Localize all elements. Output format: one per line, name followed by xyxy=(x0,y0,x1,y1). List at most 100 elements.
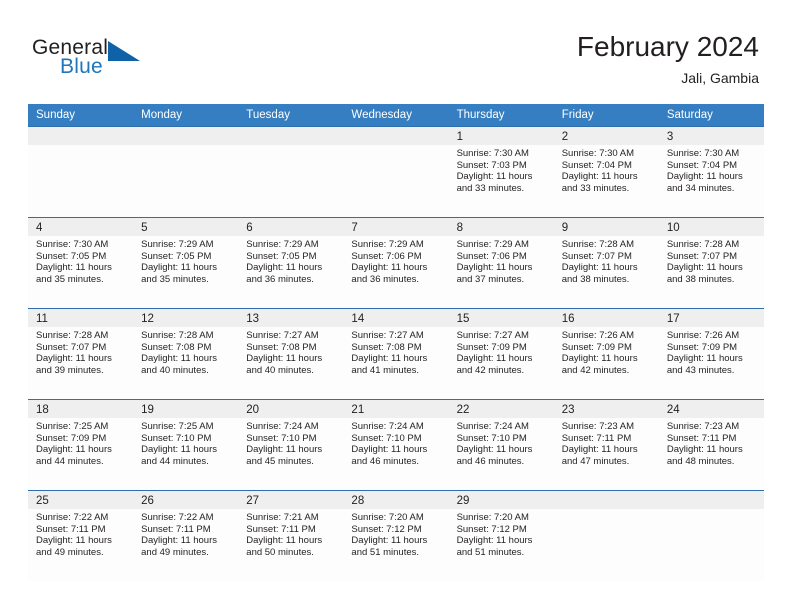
day-cell[interactable]: 10 Sunrise: 7:28 AM Sunset: 7:07 PM Dayl… xyxy=(658,218,764,308)
sunrise-text: Sunrise: 7:28 AM xyxy=(36,330,109,341)
day-cell[interactable]: 14 Sunrise: 7:27 AM Sunset: 7:08 PM Dayl… xyxy=(343,309,449,399)
day-number-band: 18 xyxy=(28,400,134,418)
day-cell[interactable] xyxy=(658,491,764,581)
day-details: Sunrise: 7:23 AM Sunset: 7:11 PM Dayligh… xyxy=(659,418,764,467)
day-details: Sunrise: 7:28 AM Sunset: 7:07 PM Dayligh… xyxy=(659,236,764,285)
sunrise-text: Sunrise: 7:24 AM xyxy=(351,421,424,432)
daylight-text-line2: and 36 minutes. xyxy=(351,273,420,285)
weekday-tuesday: Tuesday xyxy=(246,109,290,121)
day-cell[interactable] xyxy=(28,127,134,217)
daylight-text-line1: Daylight: 11 hours xyxy=(141,353,218,365)
day-details: Sunrise: 7:21 AM Sunset: 7:11 PM Dayligh… xyxy=(238,509,343,558)
daylight-text-line1: Daylight: 11 hours xyxy=(561,262,638,274)
day-number: 26 xyxy=(141,495,154,507)
day-number: 2 xyxy=(561,131,569,143)
weekday-wednesday: Wednesday xyxy=(351,109,412,121)
daylight-text-line2: and 33 minutes. xyxy=(456,182,525,194)
day-cell[interactable]: 19 Sunrise: 7:25 AM Sunset: 7:10 PM Dayl… xyxy=(133,400,239,490)
day-number: 21 xyxy=(351,404,365,416)
day-cell[interactable]: 4 Sunrise: 7:30 AM Sunset: 7:05 PM Dayli… xyxy=(28,218,134,308)
day-cell[interactable]: 8 Sunrise: 7:29 AM Sunset: 7:06 PM Dayli… xyxy=(448,218,554,308)
daylight-text-line2: and 45 minutes. xyxy=(246,455,314,467)
day-cell[interactable]: 22 Sunrise: 7:24 AM Sunset: 7:10 PM Dayl… xyxy=(448,400,554,490)
day-details: Sunrise: 7:27 AM Sunset: 7:08 PM Dayligh… xyxy=(343,327,448,376)
day-number-band: 22 xyxy=(448,400,554,418)
daylight-text-line2: and 51 minutes. xyxy=(456,546,525,558)
daylight-text-line1: Daylight: 11 hours xyxy=(666,171,743,183)
week-row: 18 Sunrise: 7:25 AM Sunset: 7:09 PM Dayl… xyxy=(28,399,764,490)
day-cell[interactable]: 26 Sunrise: 7:22 AM Sunset: 7:11 PM Dayl… xyxy=(133,491,239,581)
sunset-text: Sunset: 7:06 PM xyxy=(456,250,527,262)
day-cell[interactable]: 3 Sunrise: 7:30 AM Sunset: 7:04 PM Dayli… xyxy=(658,127,764,217)
day-cell[interactable]: 15 Sunrise: 7:27 AM Sunset: 7:09 PM Dayl… xyxy=(448,309,554,399)
day-cell[interactable] xyxy=(133,127,239,217)
day-cell[interactable]: 23 Sunrise: 7:23 AM Sunset: 7:11 PM Dayl… xyxy=(553,400,659,490)
day-cell[interactable]: 21 Sunrise: 7:24 AM Sunset: 7:10 PM Dayl… xyxy=(343,400,449,490)
sunrise-text: Sunrise: 7:22 AM xyxy=(36,512,109,523)
sunset-text: Sunset: 7:04 PM xyxy=(666,159,738,171)
day-number-band: 10 xyxy=(658,218,764,236)
daylight-text-line2: and 46 minutes. xyxy=(351,455,420,467)
sunrise-text: Sunrise: 7:29 AM xyxy=(141,239,214,250)
day-cell[interactable]: 24 Sunrise: 7:23 AM Sunset: 7:11 PM Dayl… xyxy=(658,400,764,490)
day-number: 29 xyxy=(456,495,470,507)
day-number: 14 xyxy=(351,313,365,325)
day-cell[interactable]: 13 Sunrise: 7:27 AM Sunset: 7:08 PM Dayl… xyxy=(238,309,344,399)
day-cell[interactable]: 25 Sunrise: 7:22 AM Sunset: 7:11 PM Dayl… xyxy=(28,491,134,581)
week-row: 11 Sunrise: 7:28 AM Sunset: 7:07 PM Dayl… xyxy=(28,308,764,399)
sunset-text: Sunset: 7:05 PM xyxy=(246,250,317,262)
day-cell[interactable]: 7 Sunrise: 7:29 AM Sunset: 7:06 PM Dayli… xyxy=(343,218,449,308)
day-number-band: 3 xyxy=(658,127,764,145)
day-cell[interactable]: 17 Sunrise: 7:26 AM Sunset: 7:09 PM Dayl… xyxy=(658,309,764,399)
day-cell[interactable] xyxy=(553,491,659,581)
day-cell[interactable]: 11 Sunrise: 7:28 AM Sunset: 7:07 PM Dayl… xyxy=(28,309,134,399)
daylight-text-line1: Daylight: 11 hours xyxy=(246,353,323,365)
daylight-text-line2: and 33 minutes. xyxy=(561,182,630,194)
day-cell[interactable]: 29 Sunrise: 7:20 AM Sunset: 7:12 PM Dayl… xyxy=(448,491,554,581)
day-cell[interactable]: 16 Sunrise: 7:26 AM Sunset: 7:09 PM Dayl… xyxy=(553,309,659,399)
day-number: 7 xyxy=(351,222,358,234)
page-title: February 2024 xyxy=(576,31,759,62)
day-details: Sunrise: 7:28 AM Sunset: 7:08 PM Dayligh… xyxy=(133,327,238,376)
day-cell[interactable] xyxy=(238,127,344,217)
day-cell[interactable]: 12 Sunrise: 7:28 AM Sunset: 7:08 PM Dayl… xyxy=(133,309,239,399)
day-cell[interactable]: 2 Sunrise: 7:30 AM Sunset: 7:04 PM Dayli… xyxy=(553,127,659,217)
sunrise-text: Sunrise: 7:27 AM xyxy=(246,330,319,341)
day-number-band: 23 xyxy=(553,400,659,418)
day-cell[interactable]: 1 Sunrise: 7:30 AM Sunset: 7:03 PM Dayli… xyxy=(448,127,554,217)
day-cell[interactable]: 18 Sunrise: 7:25 AM Sunset: 7:09 PM Dayl… xyxy=(28,400,134,490)
day-cell[interactable]: 9 Sunrise: 7:28 AM Sunset: 7:07 PM Dayli… xyxy=(553,218,659,308)
day-number: 12 xyxy=(141,313,154,325)
day-cell[interactable]: 5 Sunrise: 7:29 AM Sunset: 7:05 PM Dayli… xyxy=(133,218,239,308)
day-details: Sunrise: 7:29 AM Sunset: 7:06 PM Dayligh… xyxy=(449,236,554,285)
day-cell[interactable]: 20 Sunrise: 7:24 AM Sunset: 7:10 PM Dayl… xyxy=(238,400,344,490)
daylight-text-line1: Daylight: 11 hours xyxy=(351,444,428,456)
day-details: Sunrise: 7:29 AM Sunset: 7:05 PM Dayligh… xyxy=(238,236,343,285)
logo-text-blue: Blue xyxy=(60,55,103,78)
day-number-band xyxy=(343,127,449,145)
day-number-band: 16 xyxy=(553,309,659,327)
sunset-text: Sunset: 7:11 PM xyxy=(246,523,316,535)
day-details: Sunrise: 7:24 AM Sunset: 7:10 PM Dayligh… xyxy=(343,418,448,467)
sunset-text: Sunset: 7:05 PM xyxy=(36,250,107,262)
day-number-band xyxy=(28,127,134,145)
daylight-text-line2: and 38 minutes. xyxy=(666,273,735,285)
day-cell[interactable]: 28 Sunrise: 7:20 AM Sunset: 7:12 PM Dayl… xyxy=(343,491,449,581)
location-subtitle: Jali, Gambia xyxy=(681,70,759,86)
day-cell[interactable]: 27 Sunrise: 7:21 AM Sunset: 7:11 PM Dayl… xyxy=(238,491,344,581)
day-details: Sunrise: 7:30 AM Sunset: 7:04 PM Dayligh… xyxy=(659,145,764,194)
sunrise-text: Sunrise: 7:27 AM xyxy=(351,330,424,341)
general-blue-logo: General Blue xyxy=(32,36,162,84)
daylight-text-line1: Daylight: 11 hours xyxy=(141,262,218,274)
day-cell[interactable]: 6 Sunrise: 7:29 AM Sunset: 7:05 PM Dayli… xyxy=(238,218,344,308)
day-details xyxy=(659,509,764,512)
week-row: 25 Sunrise: 7:22 AM Sunset: 7:11 PM Dayl… xyxy=(28,490,764,581)
day-number-band: 1 xyxy=(448,127,554,145)
daylight-text-line1: Daylight: 11 hours xyxy=(141,444,218,456)
sunset-text: Sunset: 7:04 PM xyxy=(561,159,632,171)
week-row: 4 Sunrise: 7:30 AM Sunset: 7:05 PM Dayli… xyxy=(28,217,764,308)
day-cell[interactable] xyxy=(343,127,449,217)
day-details: Sunrise: 7:28 AM Sunset: 7:07 PM Dayligh… xyxy=(554,236,659,285)
daylight-text-line1: Daylight: 11 hours xyxy=(246,262,323,274)
page-header: General Blue February 2024 Jali, Gambia xyxy=(0,0,792,100)
